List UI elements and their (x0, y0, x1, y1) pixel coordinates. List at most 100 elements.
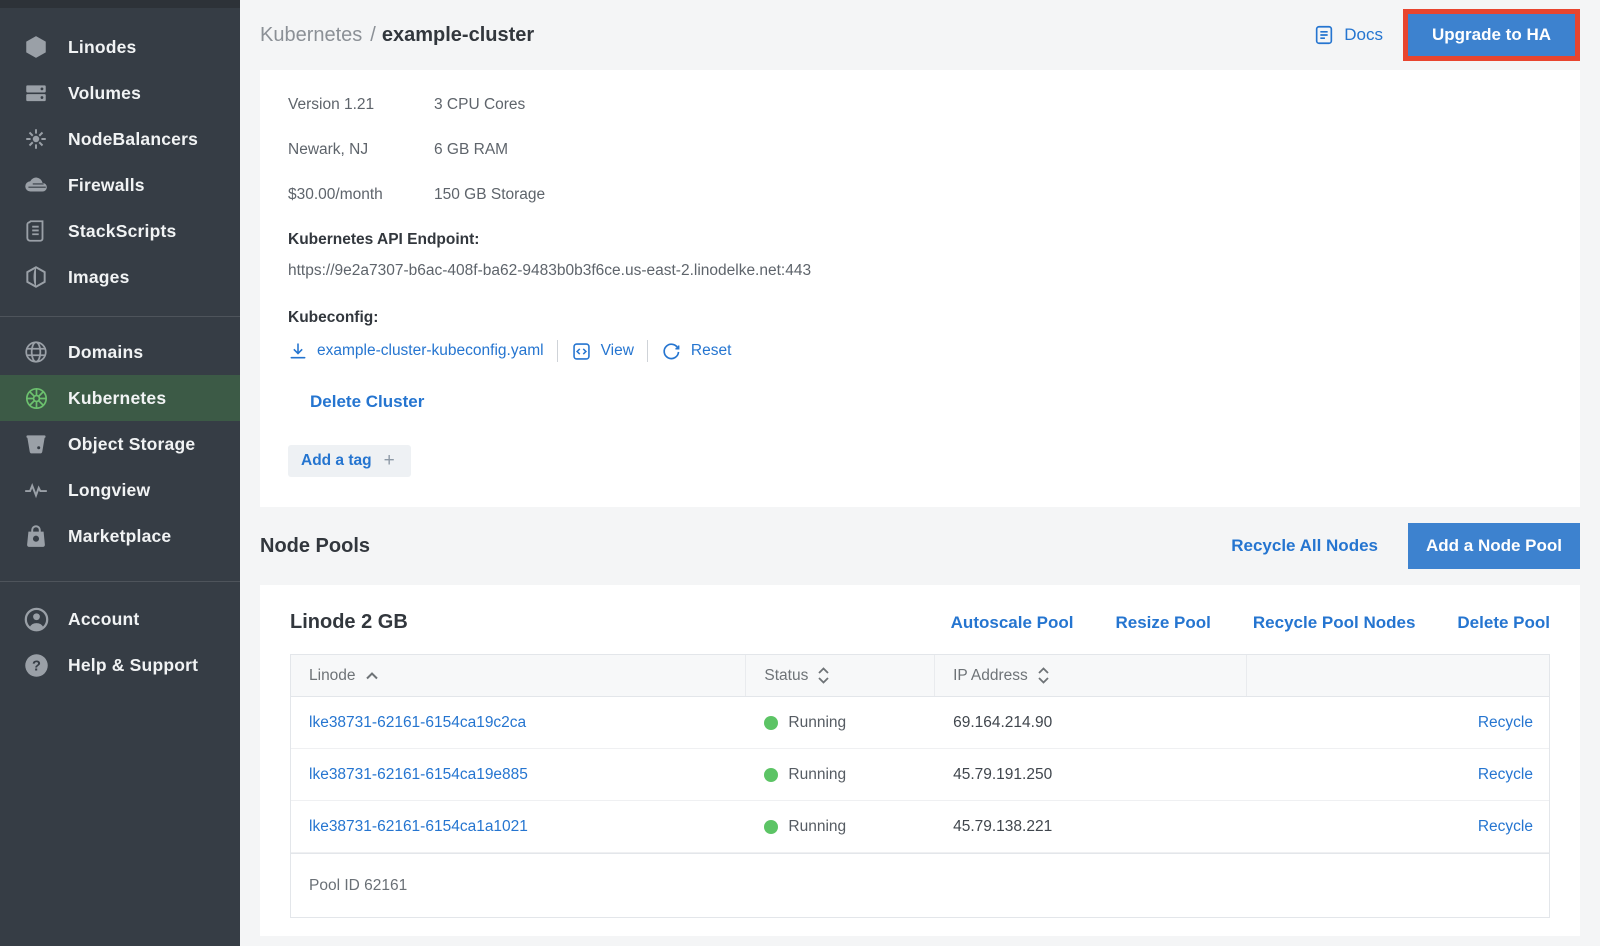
node-pools-header: Node Pools Recycle All Nodes Add a Node … (260, 507, 1580, 585)
pool-id-footer: Pool ID 62161 (291, 853, 1549, 917)
sidebar: Linodes Volumes NodeBalancers Firewalls … (0, 0, 240, 946)
column-header-actions (1247, 655, 1549, 696)
sidebar-item-account[interactable]: Account (0, 596, 240, 642)
sidebar-item-label: Linodes (68, 37, 137, 58)
running-status-dot (764, 768, 778, 782)
node-table: Linode Status IP Address (290, 654, 1550, 918)
node-pools-actions: Recycle All Nodes Add a Node Pool (1231, 523, 1580, 569)
recycle-node-link[interactable]: Recycle (1478, 766, 1533, 784)
upgrade-highlight-box: Upgrade to HA (1403, 9, 1580, 61)
sidebar-item-images[interactable]: Images (0, 254, 240, 300)
pulse-icon (20, 477, 52, 503)
recycle-all-nodes-link[interactable]: Recycle All Nodes (1231, 536, 1378, 556)
delete-cluster-button[interactable]: Delete Cluster (310, 392, 424, 412)
vertical-divider (647, 340, 648, 362)
sidebar-item-label: NodeBalancers (68, 129, 198, 150)
sidebar-item-linodes[interactable]: Linodes (0, 24, 240, 70)
sidebar-top-strip (0, 0, 240, 8)
linode-icon (20, 34, 52, 60)
view-label: View (601, 342, 634, 360)
recycle-pool-nodes-link[interactable]: Recycle Pool Nodes (1253, 613, 1416, 633)
kubeconfig-label: Kubeconfig: (288, 309, 1552, 327)
add-node-pool-button[interactable]: Add a Node Pool (1408, 523, 1580, 569)
cluster-storage: 150 GB Storage (434, 186, 545, 204)
download-icon (288, 341, 308, 361)
sidebar-item-firewalls[interactable]: Firewalls (0, 162, 240, 208)
table-row: lke38731-62161-6154ca1a1021 Running 45.7… (291, 801, 1549, 853)
sidebar-item-label: Account (68, 609, 139, 630)
sidebar-nav-primary: Linodes Volumes NodeBalancers Firewalls … (0, 8, 240, 300)
spec-row: Version 1.21 3 CPU Cores (288, 96, 1552, 114)
autoscale-pool-link[interactable]: Autoscale Pool (951, 613, 1074, 633)
sidebar-item-domains[interactable]: Domains (0, 329, 240, 375)
shopping-bag-icon (20, 523, 52, 549)
table-row: lke38731-62161-6154ca19c2ca Running 69.1… (291, 697, 1549, 749)
ip-address: 69.164.214.90 (953, 714, 1052, 732)
cluster-version: Version 1.21 (288, 96, 434, 114)
kubeconfig-download-link[interactable]: example-cluster-kubeconfig.yaml (288, 341, 544, 361)
sidebar-nav-secondary: Domains Kubernetes Object Storage Longvi… (0, 329, 240, 559)
column-label: Status (764, 667, 808, 685)
stackscripts-icon (20, 218, 52, 244)
breadcrumb-current: example-cluster (382, 24, 534, 46)
column-header-linode[interactable]: Linode (291, 655, 746, 696)
sidebar-item-kubernetes[interactable]: Kubernetes (0, 375, 240, 421)
tag-row: Add a tag + (288, 445, 1552, 477)
docs-link[interactable]: Docs (1313, 24, 1383, 46)
column-label: Linode (309, 667, 356, 685)
kubeconfig-actions: example-cluster-kubeconfig.yaml View Res… (288, 340, 1552, 362)
sidebar-item-volumes[interactable]: Volumes (0, 70, 240, 116)
column-header-status[interactable]: Status (746, 655, 935, 696)
svg-text:?: ? (32, 658, 41, 674)
kubeconfig-filename: example-cluster-kubeconfig.yaml (317, 342, 544, 360)
kubernetes-icon (20, 385, 52, 412)
node-pool-card: Linode 2 GB Autoscale Pool Resize Pool R… (260, 585, 1580, 936)
sidebar-item-stackscripts[interactable]: StackScripts (0, 208, 240, 254)
column-header-ip-address[interactable]: IP Address (935, 655, 1247, 696)
recycle-node-link[interactable]: Recycle (1478, 818, 1533, 836)
cluster-summary-card: Version 1.21 3 CPU Cores Newark, NJ 6 GB… (260, 70, 1580, 507)
pool-header: Linode 2 GB Autoscale Pool Resize Pool R… (260, 585, 1580, 654)
sidebar-divider (0, 581, 240, 582)
cluster-cpu: 3 CPU Cores (434, 96, 525, 114)
add-tag-label: Add a tag (301, 452, 372, 470)
sort-asc-icon (365, 671, 379, 680)
node-link[interactable]: lke38731-62161-6154ca19e885 (309, 766, 528, 784)
code-view-icon (571, 341, 592, 362)
status-cell: Running (764, 714, 846, 732)
pool-name: Linode 2 GB (290, 611, 408, 634)
delete-pool-link[interactable]: Delete Pool (1457, 613, 1550, 633)
recycle-node-link[interactable]: Recycle (1478, 714, 1533, 732)
sidebar-item-label: Marketplace (68, 526, 171, 547)
images-icon (20, 264, 52, 290)
plus-icon: + (384, 454, 395, 468)
kubeconfig-reset-link[interactable]: Reset (661, 341, 732, 362)
status-cell: Running (764, 818, 846, 836)
sidebar-item-label: Object Storage (68, 434, 195, 455)
column-label: IP Address (953, 667, 1028, 685)
cluster-region: Newark, NJ (288, 141, 434, 159)
resize-pool-link[interactable]: Resize Pool (1115, 613, 1210, 633)
sidebar-item-label: Domains (68, 342, 143, 363)
add-tag-button[interactable]: Add a tag + (288, 445, 411, 477)
volumes-icon (20, 80, 52, 106)
breadcrumb: Kubernetes / example-cluster (260, 24, 534, 47)
sidebar-item-nodebalancers[interactable]: NodeBalancers (0, 116, 240, 162)
sidebar-item-marketplace[interactable]: Marketplace (0, 513, 240, 559)
node-link[interactable]: lke38731-62161-6154ca1a1021 (309, 818, 528, 836)
pool-actions: Autoscale Pool Resize Pool Recycle Pool … (951, 613, 1550, 633)
table-row: lke38731-62161-6154ca19e885 Running 45.7… (291, 749, 1549, 801)
breadcrumb-section[interactable]: Kubernetes (260, 24, 362, 46)
sidebar-item-object-storage[interactable]: Object Storage (0, 421, 240, 467)
status-label: Running (788, 766, 846, 784)
kubeconfig-view-link[interactable]: View (571, 341, 634, 362)
table-header: Linode Status IP Address (291, 655, 1549, 697)
sidebar-item-help-support[interactable]: ? Help & Support (0, 642, 240, 688)
running-status-dot (764, 716, 778, 730)
node-pools-title: Node Pools (260, 535, 370, 558)
sidebar-item-longview[interactable]: Longview (0, 467, 240, 513)
upgrade-to-ha-button[interactable]: Upgrade to HA (1408, 14, 1575, 56)
breadcrumb-separator: / (370, 24, 376, 46)
sort-both-icon (817, 666, 830, 685)
node-link[interactable]: lke38731-62161-6154ca19c2ca (309, 714, 526, 732)
